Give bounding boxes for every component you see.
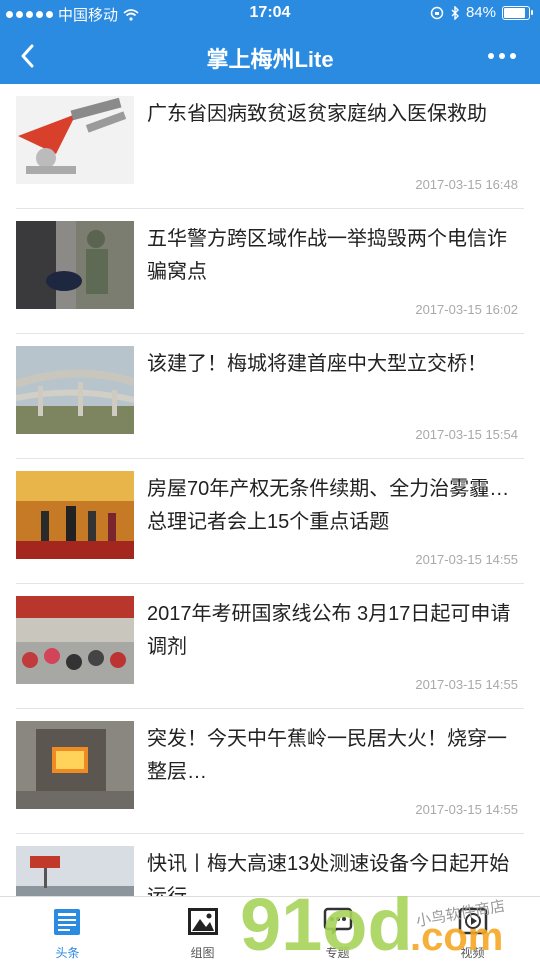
- more-icon[interactable]: [482, 42, 522, 70]
- tab-headlines[interactable]: 头条: [0, 897, 135, 961]
- article-title: 房屋70年产权无条件续期、全力治雾霾…总理记者会上15个重点话题: [147, 478, 510, 533]
- battery-percent: 84%: [465, 4, 496, 21]
- status-bar: 中国移动 17:04 84%: [0, 0, 540, 28]
- article-title: 五华警方跨区域作战一举捣毁两个电信诈骗窝点: [147, 228, 507, 283]
- battery-icon: [502, 5, 533, 20]
- article-thumbnail: [16, 346, 134, 434]
- article-item[interactable]: 广东省因病致贫返贫家庭纳入医保救助 2017-03-15 16:48: [16, 84, 524, 209]
- article-title: 快讯丨梅大高速13处测速设备今日起开始运行: [147, 853, 510, 896]
- article-time: 2017-03-15 15:54: [415, 427, 518, 442]
- article-item[interactable]: 2017年考研国家线公布 3月17日起可申请调剂 2017-03-15 14:5…: [16, 584, 524, 709]
- tab-label: 视频: [460, 946, 485, 960]
- picture-icon: [187, 908, 218, 935]
- tab-topics[interactable]: 专题: [270, 897, 405, 961]
- article-time: 2017-03-15 16:48: [415, 177, 518, 192]
- status-right: 84%: [430, 4, 533, 21]
- article-item[interactable]: 快讯丨梅大高速13处测速设备今日起开始运行: [16, 834, 524, 896]
- article-item[interactable]: 突发！今天中午蕉岭一民居大火！烧穿一整层… 2017-03-15 14:55: [16, 709, 524, 834]
- bluetooth-icon: [451, 5, 459, 20]
- tab-label: 专题: [325, 946, 350, 960]
- article-thumbnail: [16, 471, 134, 559]
- article-thumbnail: [16, 221, 134, 309]
- tab-label: 组图: [190, 946, 215, 960]
- article-item[interactable]: 五华警方跨区域作战一举捣毁两个电信诈骗窝点 2017-03-15 16:02: [16, 209, 524, 334]
- article-time: 2017-03-15 14:55: [415, 802, 518, 817]
- article-title: 突发！今天中午蕉岭一民居大火！烧穿一整层…: [147, 728, 507, 783]
- article-thumbnail: [16, 96, 134, 184]
- article-time: 2017-03-15 16:02: [415, 302, 518, 317]
- tab-label: 头条: [55, 946, 80, 960]
- chat-icon: [323, 907, 352, 935]
- article-thumbnail: [16, 596, 134, 684]
- tab-video[interactable]: 视频: [405, 897, 540, 961]
- article-list: 广东省因病致贫返贫家庭纳入医保救助 2017-03-15 16:48 五华警方跨…: [0, 84, 540, 896]
- tab-gallery[interactable]: 组图: [135, 897, 270, 961]
- tab-bar: 头条 组图 专题 视频: [0, 896, 540, 961]
- article-title: 该建了！梅城将建首座中大型立交桥！: [147, 353, 487, 375]
- article-thumbnail: [16, 721, 134, 809]
- video-icon: [458, 907, 487, 935]
- nav-bar: 掌上梅州Lite: [0, 28, 540, 84]
- article-title: 2017年考研国家线公布 3月17日起可申请调剂: [147, 603, 511, 658]
- page-title: 掌上梅州Lite: [206, 47, 334, 72]
- article-title: 广东省因病致贫返贫家庭纳入医保救助: [147, 103, 487, 125]
- newspaper-icon: [53, 909, 80, 935]
- article-time: 2017-03-15 14:55: [415, 552, 518, 567]
- article-item[interactable]: 房屋70年产权无条件续期、全力治雾霾…总理记者会上15个重点话题 2017-03…: [16, 459, 524, 584]
- article-item[interactable]: 该建了！梅城将建首座中大型立交桥！ 2017-03-15 15:54: [16, 334, 524, 459]
- article-time: 2017-03-15 14:55: [415, 677, 518, 692]
- rotation-lock-icon: [430, 6, 444, 19]
- article-thumbnail: [16, 846, 134, 896]
